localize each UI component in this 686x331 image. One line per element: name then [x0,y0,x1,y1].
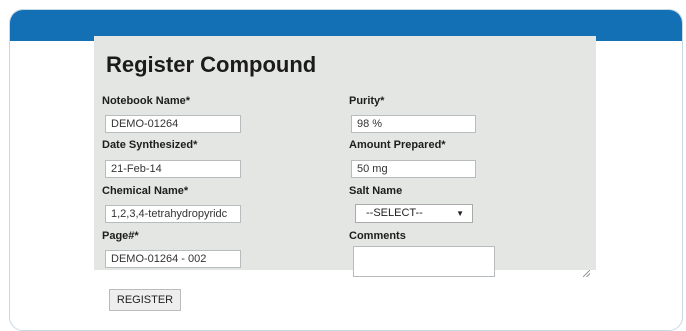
date-synthesized-label: Date Synthesized* [102,139,198,151]
notebook-name-label: Notebook Name* [102,95,191,107]
chemical-name-label: Chemical Name* [102,185,189,197]
salt-name-selected: --SELECT-- [366,207,423,219]
chemical-name-input[interactable]: 1,2,3,4-tetrahydropyridc [105,205,241,223]
amount-prepared-label: Amount Prepared* [349,139,446,151]
purity-label: Purity* [349,95,385,107]
resize-grip-icon[interactable] [582,269,590,277]
comments-textarea[interactable] [353,246,495,277]
salt-name-label: Salt Name [349,185,403,197]
page-number-label: Page#* [102,230,139,242]
notebook-name-input[interactable]: DEMO-01264 [105,115,241,133]
form-title: Register Compound [106,52,317,77]
page-number-input[interactable]: DEMO-01264 - 002 [105,250,241,268]
triangle-down-icon: ▼ [456,209,464,218]
amount-prepared-input[interactable]: 50 mg [351,160,476,178]
register-button[interactable]: REGISTER [109,289,181,311]
comments-label: Comments [349,230,406,242]
purity-input[interactable]: 98 % [351,115,476,133]
salt-name-select[interactable]: --SELECT-- ▼ [355,204,473,223]
date-synthesized-input[interactable]: 21-Feb-14 [105,160,241,178]
register-form-panel: Register Compound Notebook Name* DEMO-01… [94,36,596,277]
